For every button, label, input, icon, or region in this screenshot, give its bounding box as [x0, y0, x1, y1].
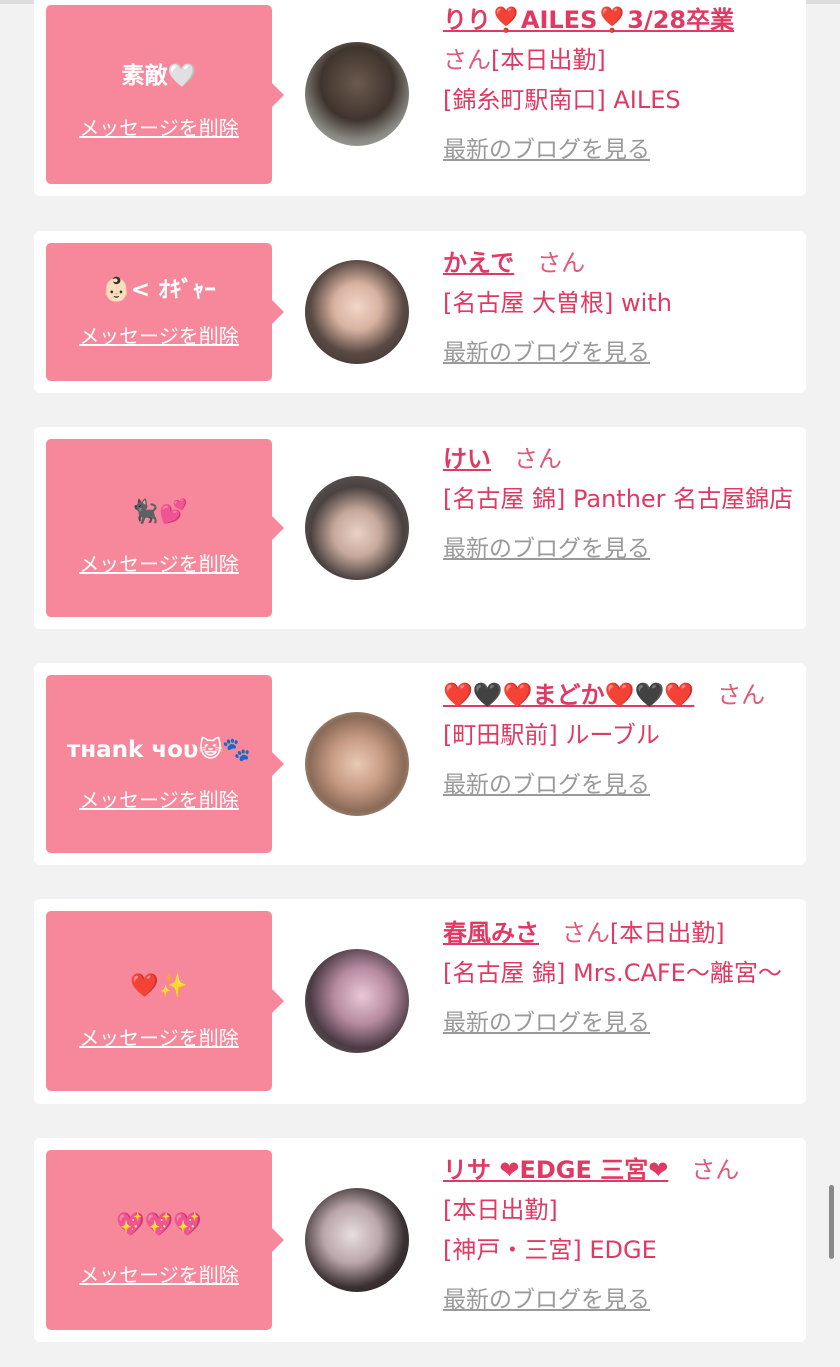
favorite-card: тнank чoυ😺🐾 メッセージを削除 ❤️🖤❤️まどか❤️🖤❤️ さん [町… — [34, 663, 806, 865]
favorite-card: 🐈‍⬛💕 メッセージを削除 けい さん [名古屋 錦] Panther 名古屋錦… — [34, 427, 806, 629]
shop-label: [名古屋 錦] Mrs.CAFE〜離宮〜 — [443, 959, 782, 987]
delete-message-button[interactable]: メッセージを削除 — [46, 1025, 272, 1051]
avatar[interactable] — [305, 1188, 409, 1292]
favorite-card: 素敵🤍 メッセージを削除 りり❣️AILES❣️3/28卒業 さん[本日出勤] … — [34, 0, 806, 196]
avatar[interactable] — [305, 260, 409, 364]
honorific: さん — [691, 1156, 740, 1184]
delete-message-button[interactable]: メッセージを削除 — [46, 323, 272, 349]
latest-blog-link[interactable]: 最新のブログを見る — [443, 765, 795, 805]
latest-blog-link[interactable]: 最新のブログを見る — [443, 333, 795, 373]
cast-info: かえで さん [名古屋 大曽根] with 最新のブログを見る — [443, 243, 795, 373]
honorific: さん — [443, 46, 491, 74]
message-bubble: тнank чoυ😺🐾 メッセージを削除 — [46, 675, 284, 853]
delete-message-button[interactable]: メッセージを削除 — [46, 115, 272, 141]
shop-label: [錦糸町駅南口] AILES — [443, 86, 681, 114]
delete-message-button[interactable]: メッセージを削除 — [46, 1262, 272, 1288]
status-badge: [本日出勤] — [609, 919, 725, 947]
latest-blog-link[interactable]: 最新のブログを見る — [443, 130, 795, 170]
honorific: さん — [537, 249, 586, 277]
message-text: ❤️✨ — [130, 973, 188, 999]
message-bubble: 💖💖💖 メッセージを削除 — [46, 1150, 284, 1330]
status-badge: [本日出勤] — [491, 46, 606, 74]
message-text: 👶🏻< ｵｷﾞｬｰ — [102, 277, 216, 303]
delete-message-button[interactable]: メッセージを削除 — [46, 551, 272, 577]
cast-name-link[interactable]: ❤️🖤❤️まどか❤️🖤❤️ — [443, 681, 694, 709]
avatar[interactable] — [305, 712, 409, 816]
cast-info: リサ ❤EDGE 三宮❤ さん [本日出勤] [神戸・三宮] EDGE 最新のブ… — [443, 1150, 795, 1320]
shop-label: [名古屋 大曽根] with — [443, 289, 672, 317]
latest-blog-link[interactable]: 最新のブログを見る — [443, 529, 795, 569]
cast-name-link[interactable]: けい — [443, 445, 491, 473]
cast-info: りり❣️AILES❣️3/28卒業 さん[本日出勤] [錦糸町駅南口] AILE… — [443, 0, 795, 170]
delete-message-button[interactable]: メッセージを削除 — [46, 787, 272, 813]
avatar[interactable] — [305, 949, 409, 1053]
message-text: 素敵🤍 — [121, 63, 197, 89]
cast-name-link[interactable]: りり❣️AILES❣️3/28卒業 — [443, 6, 734, 34]
cast-info: ❤️🖤❤️まどか❤️🖤❤️ さん [町田駅前] ルーブル 最新のブログを見る — [443, 675, 795, 805]
honorific: さん — [717, 681, 766, 709]
shop-label: [町田駅前] ルーブル — [443, 721, 660, 749]
cast-name-link[interactable]: 春風みさ — [443, 919, 539, 947]
cast-info: けい さん [名古屋 錦] Panther 名古屋錦店 最新のブログを見る — [443, 439, 795, 569]
cast-info: 春風みさ さん[本日出勤] [名古屋 錦] Mrs.CAFE〜離宮〜 最新のブロ… — [443, 913, 795, 1043]
message-bubble: 👶🏻< ｵｷﾞｬｰ メッセージを削除 — [46, 243, 284, 381]
cast-name-link[interactable]: かえで — [443, 249, 514, 277]
shop-label: [神戸・三宮] EDGE — [443, 1236, 657, 1264]
message-bubble: 🐈‍⬛💕 メッセージを削除 — [46, 439, 284, 617]
favorite-card: 💖💖💖 メッセージを削除 リサ ❤EDGE 三宮❤ さん [本日出勤] [神戸・… — [34, 1138, 806, 1342]
favorite-card: 👶🏻< ｵｷﾞｬｰ メッセージを削除 かえで さん [名古屋 大曽根] with… — [34, 231, 806, 393]
message-text: 🐈‍⬛💕 — [130, 499, 188, 525]
message-bubble: ❤️✨ メッセージを削除 — [46, 911, 284, 1091]
message-text: 💖💖💖 — [116, 1212, 202, 1238]
shop-label: [名古屋 錦] Panther 名古屋錦店 — [443, 485, 794, 513]
cast-name-link[interactable]: リサ ❤EDGE 三宮❤ — [443, 1156, 668, 1184]
message-text: тнank чoυ😺🐾 — [66, 737, 252, 763]
latest-blog-link[interactable]: 最新のブログを見る — [443, 1003, 795, 1043]
honorific: さん — [513, 445, 562, 473]
latest-blog-link[interactable]: 最新のブログを見る — [443, 1280, 795, 1320]
honorific: さん — [561, 919, 610, 947]
status-badge: [本日出勤] — [443, 1196, 558, 1224]
avatar[interactable] — [305, 42, 409, 146]
favorite-card: ❤️✨ メッセージを削除 春風みさ さん[本日出勤] [名古屋 錦] Mrs.C… — [34, 899, 806, 1104]
message-bubble: 素敵🤍 メッセージを削除 — [46, 5, 284, 184]
avatar[interactable] — [305, 476, 409, 580]
scrollbar[interactable] — [829, 1185, 834, 1259]
